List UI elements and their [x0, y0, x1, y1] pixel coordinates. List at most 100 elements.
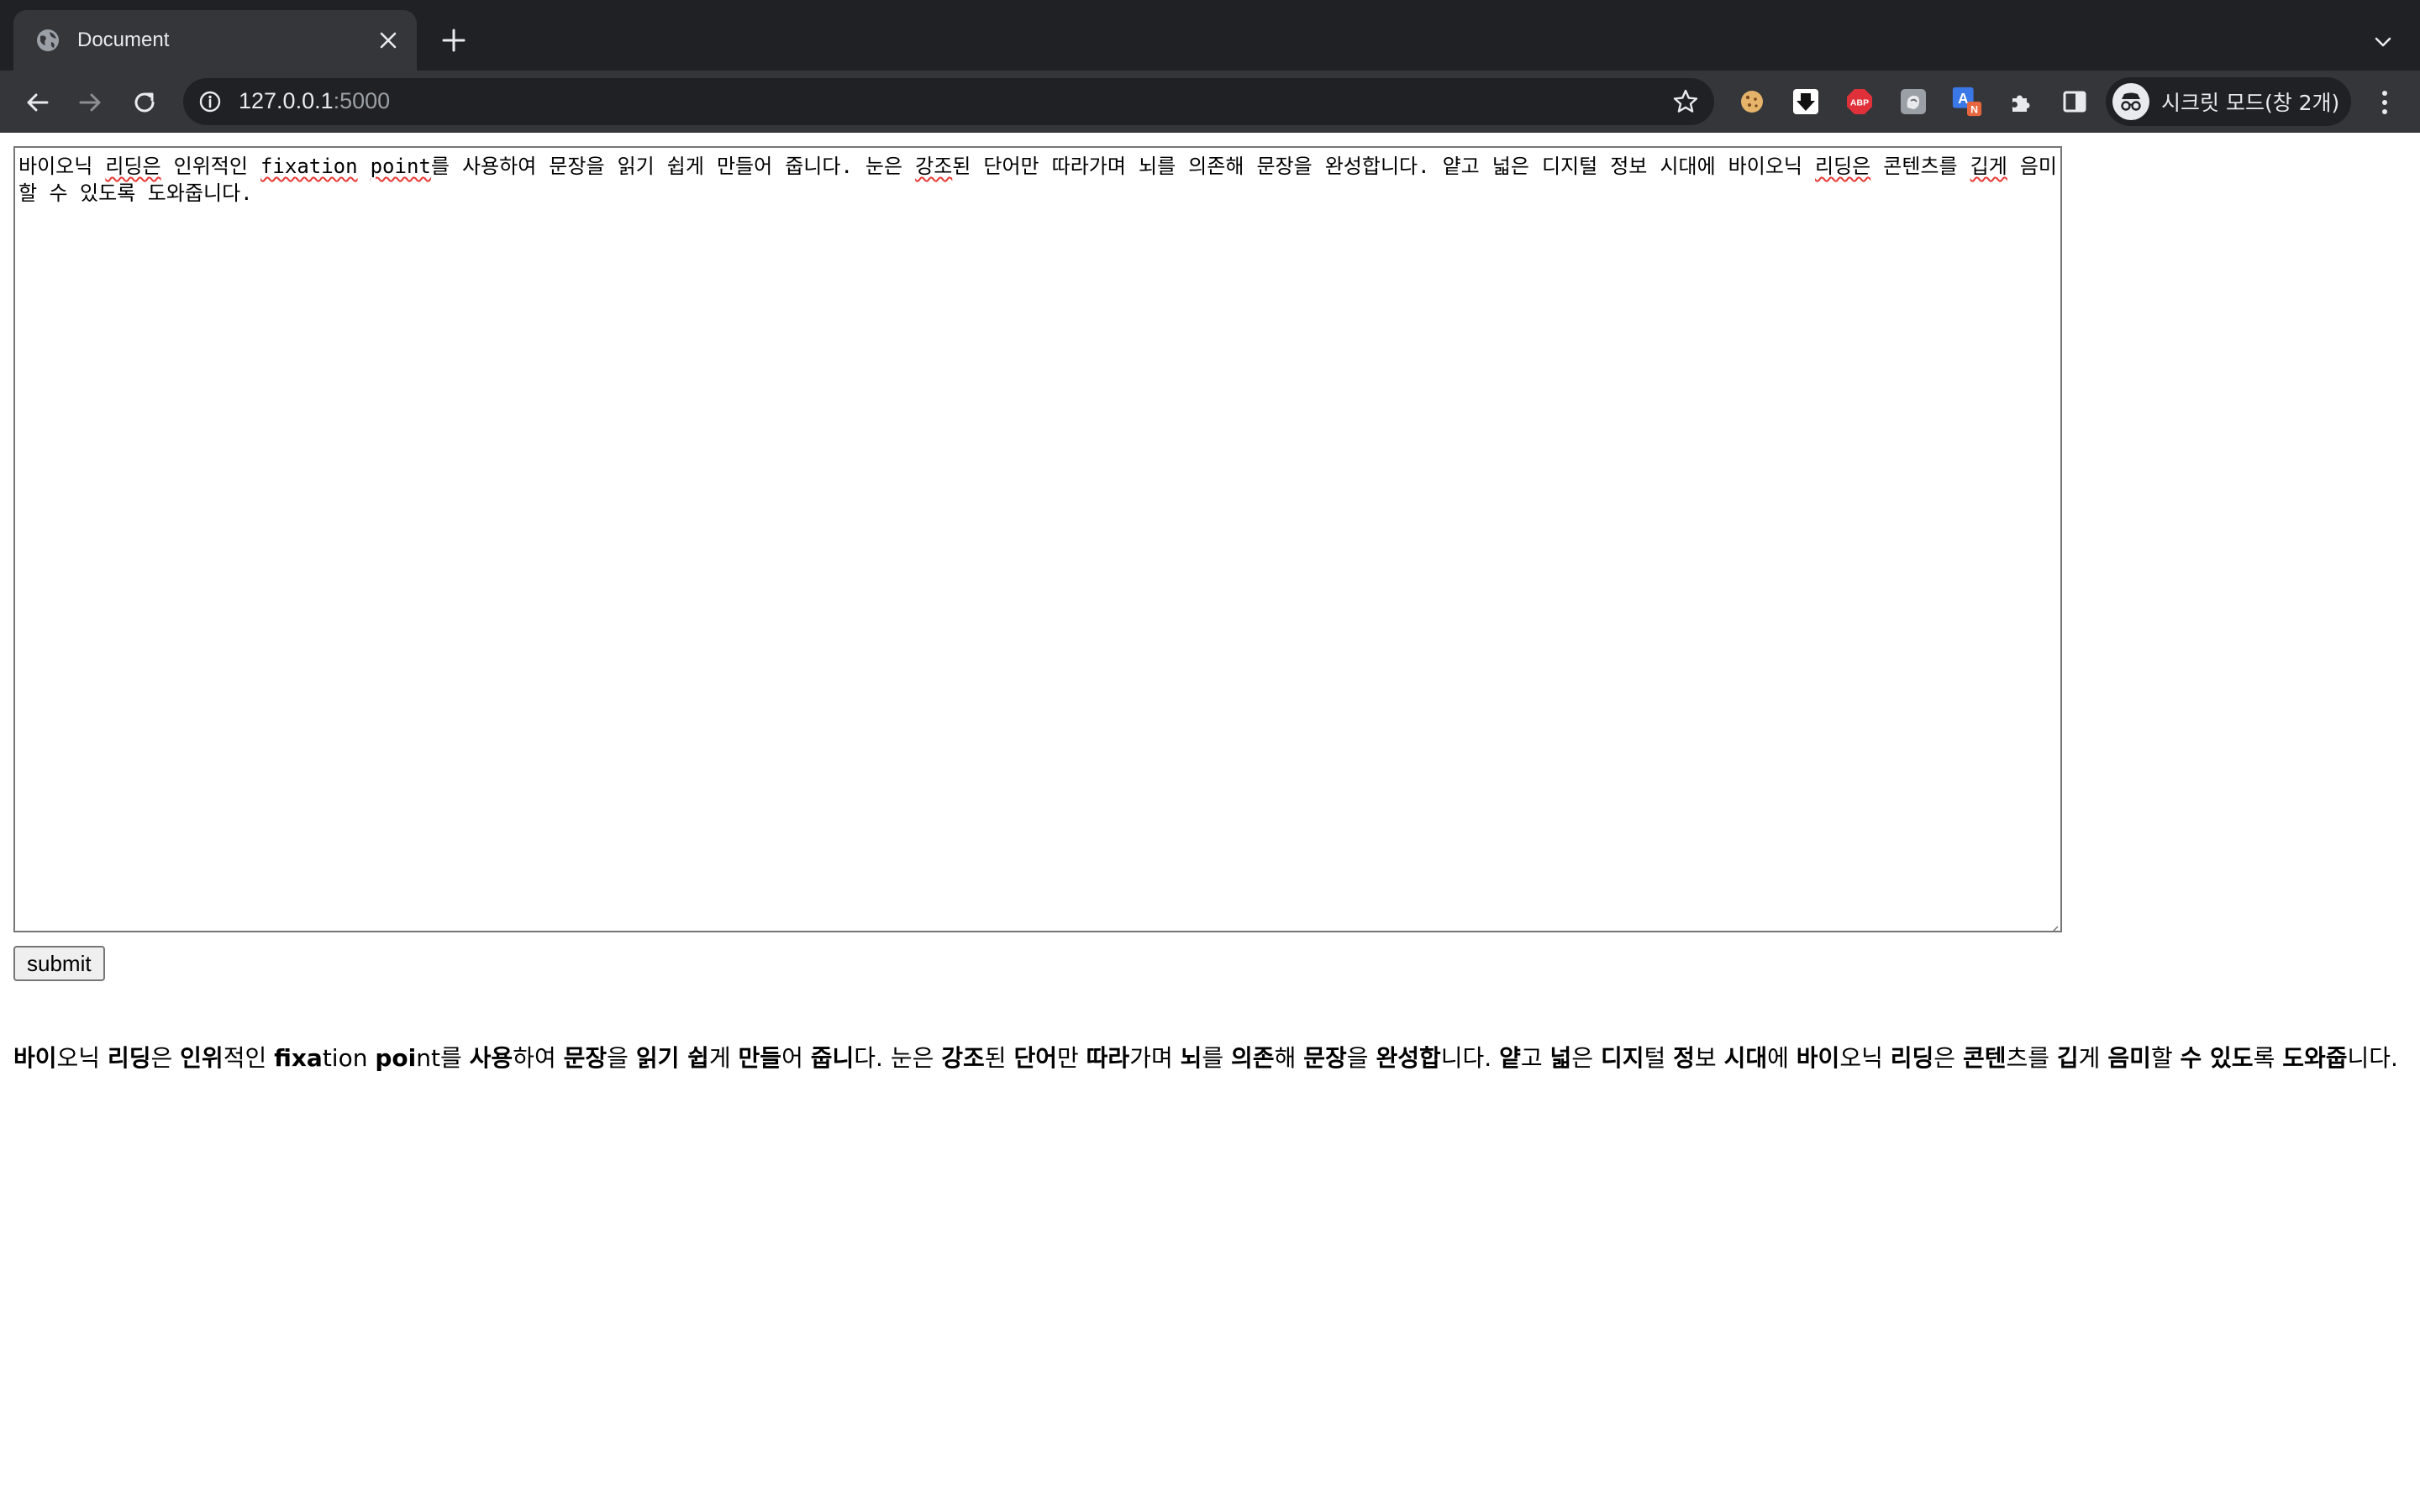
plain-text: 은	[150, 1044, 181, 1072]
bold-fixation: 음미	[2107, 1044, 2151, 1072]
bold-fixation: 뇌	[1180, 1044, 1202, 1072]
tab-document[interactable]: Document	[13, 10, 417, 71]
tab-strip: Document	[0, 0, 2420, 71]
bold-fixation: 바이	[1796, 1044, 1840, 1072]
forward-arrow-icon[interactable]	[74, 86, 108, 119]
translate-badge: N	[1970, 103, 1978, 115]
plain-text: 가며	[1129, 1044, 1181, 1072]
bold-fixation: fixa	[274, 1044, 323, 1072]
plain-text: 록	[2253, 1044, 2283, 1072]
url-host: 127.0.0.1	[239, 88, 334, 113]
plain-text: nt를	[416, 1044, 470, 1072]
bold-fixation: 인위	[180, 1044, 224, 1072]
more-menu-icon[interactable]	[2368, 86, 2402, 119]
editor-text: 콘텐츠를	[1870, 155, 1970, 178]
adblock-icon[interactable]: ABP	[1844, 86, 1876, 118]
bold-fixation: 디지	[1600, 1044, 1644, 1072]
plain-text: 적인	[223, 1044, 275, 1072]
bold-fixation: 읽기	[635, 1044, 688, 1072]
misspelled-word: 강조	[915, 155, 953, 178]
plain-text: 할	[2150, 1044, 2181, 1072]
side-panel-icon[interactable]	[2059, 86, 2091, 118]
plain-text: 만	[1056, 1044, 1086, 1072]
editor-text: 된 단어만 따라가며 뇌를 의존해 문장을 완성합니다. 얕고 넓은 디지털 정…	[952, 155, 1816, 178]
puzzle-icon[interactable]	[2005, 86, 2037, 118]
close-icon[interactable]	[376, 29, 400, 52]
bold-fixation: 콘텐	[1962, 1044, 2007, 1072]
info-icon[interactable]	[198, 90, 222, 113]
page-content: 바이오닉 리딩은 인위적인 fixation point를 사용하여 문장을 읽…	[0, 133, 2420, 1512]
cookie-icon[interactable]	[1736, 86, 1768, 118]
plain-text: 해	[1274, 1044, 1304, 1072]
new-tab-plus-icon[interactable]	[439, 25, 469, 55]
editor-text: 를 사용하여 문장을 읽기 쉽게 만들어 줍니다. 눈은	[430, 155, 916, 178]
bold-fixation: 리딩	[107, 1044, 151, 1072]
url-port: :5000	[333, 88, 391, 113]
plain-text: 하여	[513, 1044, 564, 1072]
bold-fixation: 사용	[469, 1044, 513, 1072]
plain-text: 을	[1346, 1044, 1376, 1072]
resize-grip-icon[interactable]	[2045, 916, 2059, 931]
plain-text: 츠를	[2006, 1044, 2057, 1072]
misspelled-word: 리딩은	[1815, 155, 1871, 178]
plain-text: 오닉	[1839, 1044, 1891, 1072]
plain-text: 니다.	[1440, 1044, 1500, 1072]
incognito-indicator[interactable]: 시크릿 모드(창 2개)	[2106, 77, 2351, 126]
plain-text: 를	[1202, 1044, 1232, 1072]
bold-fixation: 쉽	[687, 1044, 709, 1072]
ext-gray-icon[interactable]	[1897, 86, 1929, 118]
plain-text: 고	[1520, 1044, 1550, 1072]
bold-fixation: 줍니	[810, 1044, 855, 1072]
chevron-down-icon[interactable]	[2368, 27, 2398, 57]
incognito-icon	[2112, 83, 2149, 120]
bold-fixation: 강조	[941, 1044, 985, 1072]
plain-text: 다. 눈은	[854, 1044, 942, 1072]
bold-fixation: 리딩	[1890, 1044, 1934, 1072]
bold-fixation: 넓	[1549, 1044, 1572, 1072]
plain-text: 니다.	[2347, 1044, 2398, 1072]
misspelled-word: 리딩은	[105, 155, 161, 178]
plain-text: 게	[708, 1044, 739, 1072]
translate-icon[interactable]: AN	[1951, 86, 1983, 118]
bold-fixation: 도와줍	[2282, 1044, 2348, 1072]
back-arrow-icon[interactable]	[20, 86, 54, 119]
plain-text: 은	[1571, 1044, 1601, 1072]
browser-toolbar: 127.0.0.1:5000 ABP AN 시크릿 모드(창 2개)	[0, 71, 2420, 134]
url-text: 127.0.0.1:5000	[239, 88, 390, 114]
plain-text: 오닉	[56, 1044, 108, 1072]
bold-fixation: 완성합	[1376, 1044, 1441, 1072]
plain-text: 된	[984, 1044, 1014, 1072]
bold-fixation: 수 있도	[2180, 1044, 2254, 1072]
reload-icon[interactable]	[128, 86, 161, 119]
bold-fixation: 문장	[1303, 1044, 1347, 1072]
text-input-area[interactable]: 바이오닉 리딩은 인위적인 fixation point를 사용하여 문장을 읽…	[13, 146, 2062, 932]
adblock-label: ABP	[1850, 98, 1869, 108]
misspelled-word: point	[370, 155, 431, 178]
download-icon[interactable]	[1790, 86, 1822, 118]
plain-text: 털	[1644, 1044, 1674, 1072]
bold-fixation: 깁	[2056, 1044, 2079, 1072]
editor-text	[358, 155, 371, 178]
address-bar[interactable]: 127.0.0.1:5000	[183, 78, 1714, 125]
bold-fixation: 만들	[738, 1044, 782, 1072]
editor-text: 인위적인	[160, 155, 260, 178]
misspelled-word: fixation	[260, 155, 358, 178]
bold-fixation: 따라	[1086, 1044, 1130, 1072]
bold-fixation: poi	[375, 1044, 417, 1072]
editor-text: 바이오닉	[18, 155, 106, 178]
submit-button[interactable]: submit	[13, 946, 105, 981]
plain-text: tion	[322, 1044, 376, 1072]
tab-title: Document	[77, 29, 170, 51]
plain-text: 을	[607, 1044, 636, 1072]
bold-fixation: 의존	[1231, 1044, 1275, 1072]
star-icon[interactable]	[1672, 88, 1699, 115]
plain-text: 게	[2078, 1044, 2108, 1072]
misspelled-word: 깁게	[1970, 155, 2007, 178]
bold-fixation: 정	[1673, 1044, 1695, 1072]
bionic-output-text: 바이오닉 리딩은 인위적인 fixation point를 사용하여 문장을 읽…	[13, 1042, 2407, 1075]
bold-fixation: 시대	[1723, 1044, 1768, 1072]
incognito-label: 시크릿 모드(창 2개)	[2161, 91, 2340, 115]
plain-text: 은	[1933, 1044, 1963, 1072]
bold-fixation: 단어	[1013, 1044, 1057, 1072]
plain-text: 에	[1767, 1044, 1797, 1072]
